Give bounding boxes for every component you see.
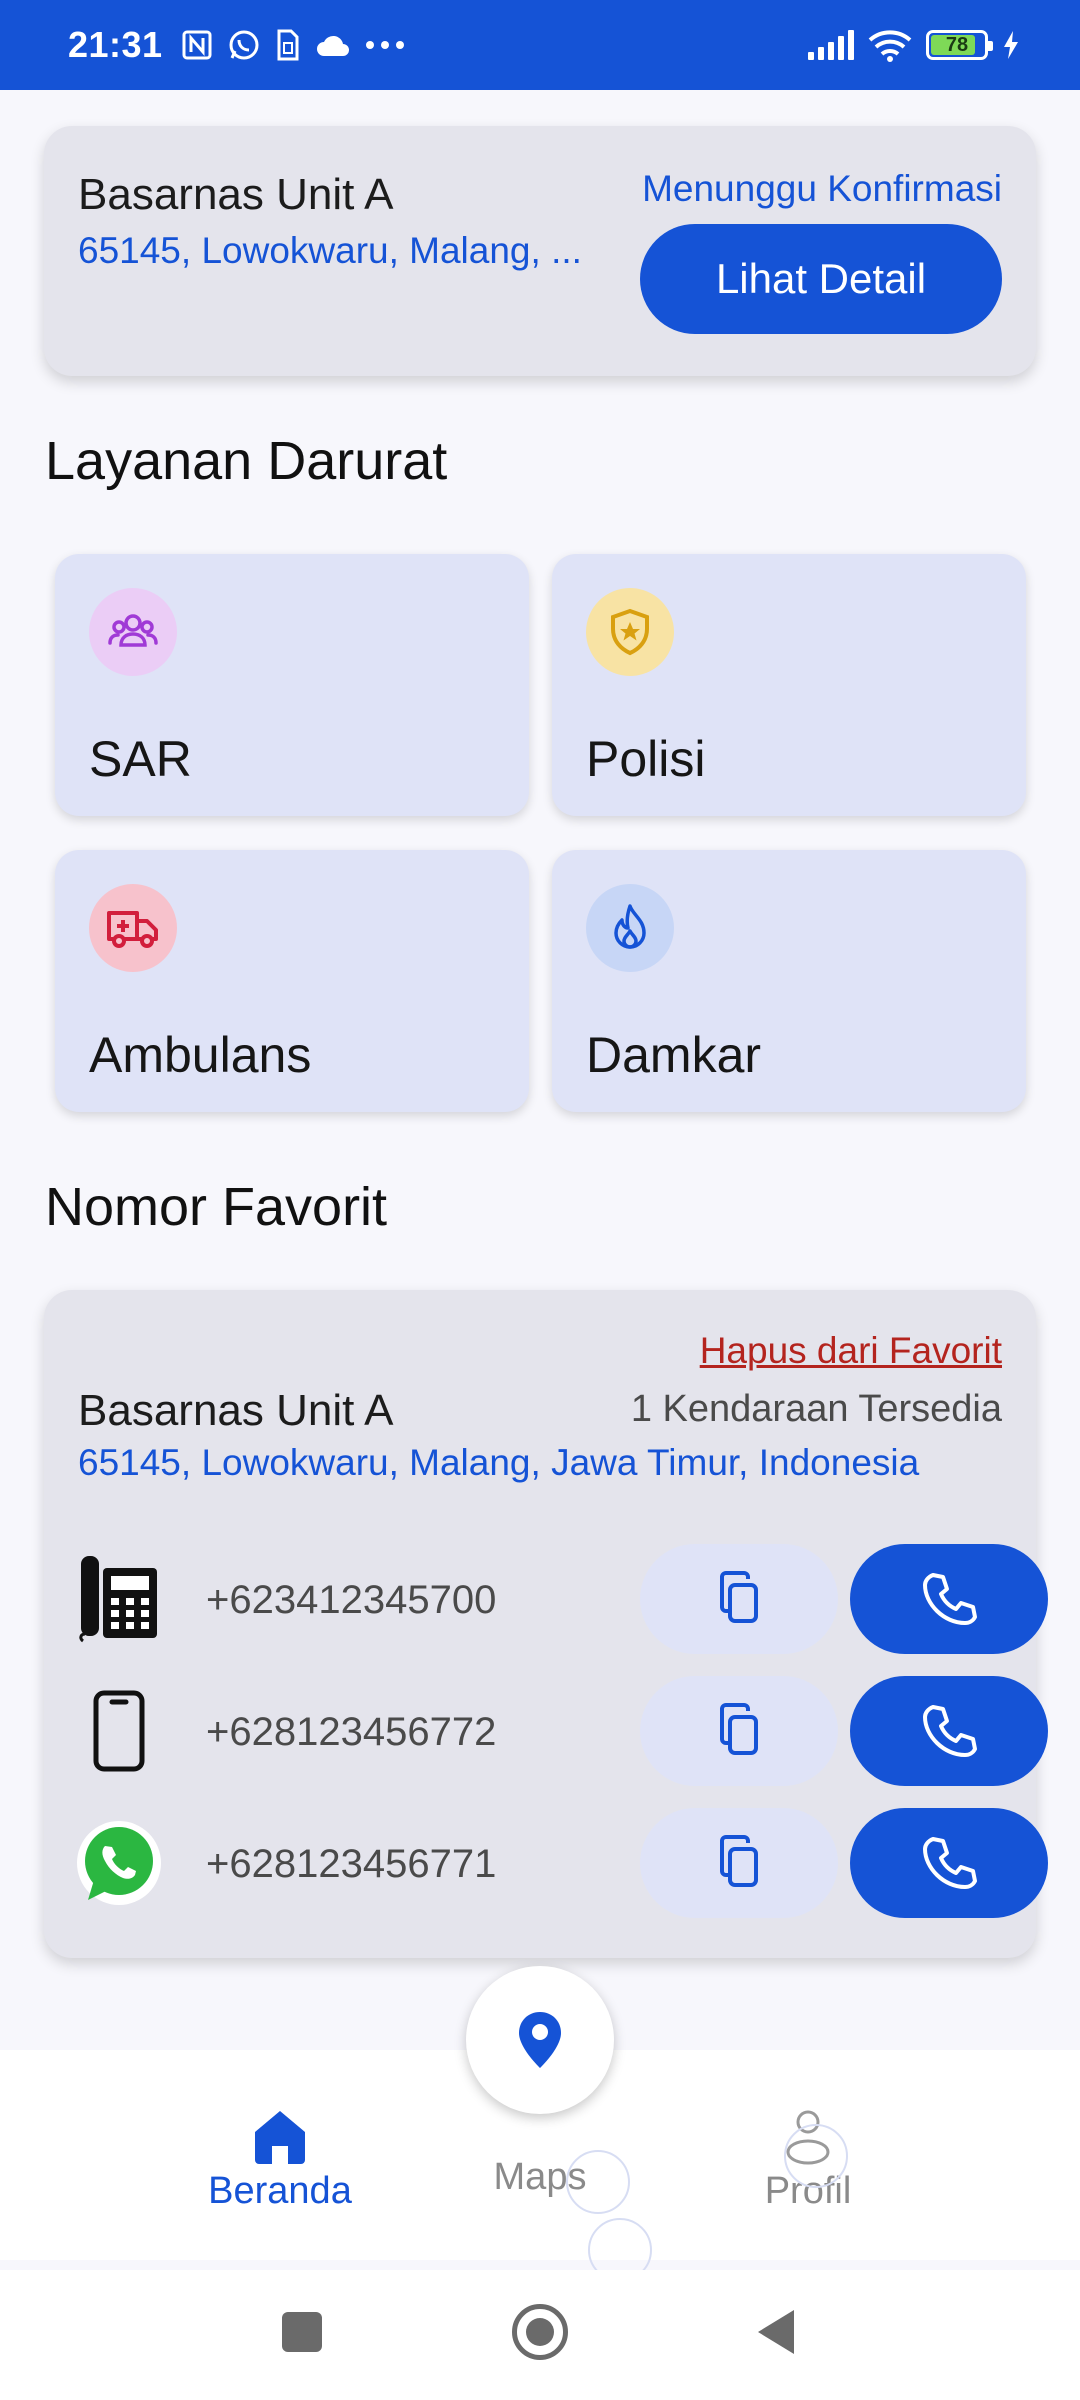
sim-icon: [277, 29, 299, 61]
service-police-tile[interactable]: Polisi: [552, 554, 1026, 816]
phone-number: +628123456771: [206, 1842, 497, 1886]
service-label: Polisi: [586, 731, 706, 787]
people-group-icon: [89, 588, 177, 676]
request-address: 65145, Lowokwaru, Malang, ...: [78, 230, 582, 271]
system-icons: 78: [808, 28, 1020, 62]
favorites-title: Nomor Favorit: [45, 1177, 388, 1237]
phone-number: +623412345700: [206, 1578, 497, 1622]
phone-icon: [923, 1573, 977, 1625]
phone-row: +628123456772: [74, 1676, 1048, 1786]
emergency-services-title: Layanan Darurat: [45, 431, 448, 491]
call-button[interactable]: [850, 1808, 1048, 1918]
maps-fab-button[interactable]: [466, 1966, 614, 2114]
charging-icon: [1004, 31, 1018, 59]
status-bar: 21:31 78: [0, 0, 1080, 90]
view-detail-button[interactable]: Lihat Detail: [640, 224, 1002, 334]
back-button[interactable]: [754, 2308, 798, 2356]
wifi-icon: [868, 30, 912, 62]
service-label: SAR: [89, 731, 192, 787]
favorite-unit-name: Basarnas Unit A: [78, 1386, 394, 1435]
whatsapp-icon: [74, 1818, 164, 1908]
map-pin-icon: [519, 2012, 561, 2068]
phone-row: +628123456771: [74, 1808, 1048, 1918]
nfc-icon: [182, 30, 212, 60]
service-ambulance-tile[interactable]: Ambulans: [55, 850, 529, 1112]
copy-icon: [720, 1571, 758, 1623]
nav-home-label: Beranda: [208, 2170, 352, 2212]
battery-icon: 78: [926, 30, 993, 60]
phone-icon: [923, 1705, 977, 1757]
phone-number: +628123456772: [206, 1710, 497, 1754]
more-icon: [365, 41, 404, 49]
request-status: Menunggu Konfirmasi: [642, 168, 1002, 209]
home-button[interactable]: [512, 2304, 568, 2360]
home-icon: [255, 2111, 305, 2164]
service-label: Ambulans: [89, 1027, 312, 1083]
notification-icons: [181, 28, 405, 62]
system-navigation-bar: [0, 2270, 1080, 2400]
favorite-address: 65145, Lowokwaru, Malang, Jawa Timur, In…: [78, 1442, 920, 1483]
nav-home[interactable]: Beranda: [200, 2108, 360, 2213]
signal-icon: [808, 30, 854, 60]
call-button[interactable]: [850, 1676, 1048, 1786]
copy-icon: [720, 1703, 758, 1755]
telephone-icon: [74, 1554, 164, 1644]
cloud-icon: [316, 35, 349, 56]
copy-number-button[interactable]: [640, 1808, 838, 1918]
call-button[interactable]: [850, 1544, 1048, 1654]
active-request-card: Basarnas Unit A 65145, Lowokwaru, Malang…: [44, 126, 1036, 376]
favorite-card: Hapus dari Favorit Basarnas Unit A 1 Ken…: [44, 1290, 1048, 1958]
service-fire-tile[interactable]: Damkar: [552, 850, 1026, 1112]
copy-number-button[interactable]: [640, 1676, 838, 1786]
phone-row: +623412345700: [74, 1544, 1048, 1654]
request-unit-name: Basarnas Unit A: [78, 170, 394, 219]
vehicles-available: 1 Kendaraan Tersedia: [630, 1388, 1002, 1430]
whatsapp-icon: [229, 30, 259, 60]
service-sar-tile[interactable]: SAR: [55, 554, 529, 816]
touch-ripple: [566, 2150, 630, 2214]
touch-ripple: [784, 2124, 848, 2188]
service-label: Damkar: [586, 1027, 762, 1083]
status-time: 21:31: [68, 24, 163, 65]
copy-number-button[interactable]: [640, 1544, 838, 1654]
fire-icon: [586, 884, 674, 972]
recents-button[interactable]: [282, 2312, 322, 2352]
phone-icon: [923, 1837, 977, 1889]
copy-icon: [720, 1835, 758, 1887]
ambulance-icon: [89, 884, 177, 972]
mobile-phone-icon: [74, 1686, 164, 1776]
remove-favorite-link[interactable]: Hapus dari Favorit: [700, 1330, 1002, 1372]
police-badge-icon: [586, 588, 674, 676]
